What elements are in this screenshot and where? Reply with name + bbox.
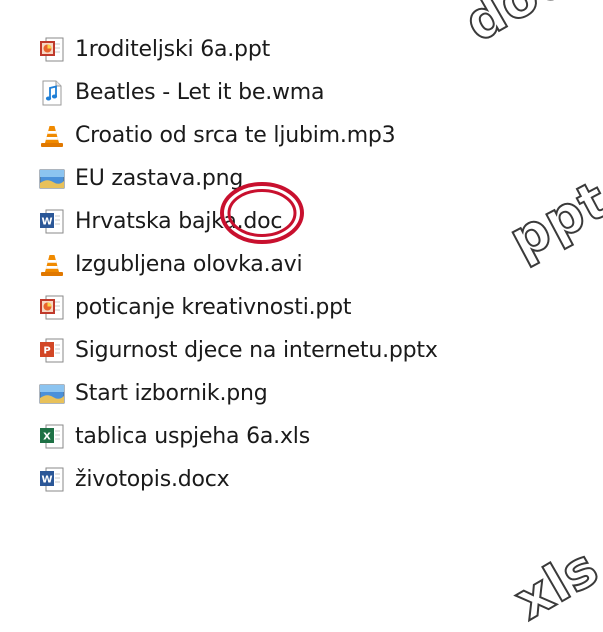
file-name: Hrvatska bajka.doc [75,209,283,234]
file-item-start-izbornik-png[interactable]: Start izbornik.png [38,372,558,415]
file-name: EU zastava.png [75,166,244,191]
file-name: Beatles - Let it be.wma [75,80,325,105]
svg-text:X: X [43,431,51,442]
file-name: životopis.docx [75,467,230,492]
image-file-icon [38,380,66,408]
file-item-beatles-wma[interactable]: Beatles - Let it be.wma [38,71,558,114]
vlc-cone-icon [38,251,66,279]
file-item-croatio-mp3[interactable]: Croatio od srca te ljubim.mp3 [38,114,558,157]
file-name: tablica uspjeha 6a.xls [75,424,310,449]
vlc-cone-icon [38,122,66,150]
file-name: poticanje kreativnosti.ppt [75,295,352,320]
watermark-xls: xls [504,536,603,632]
audio-file-icon [38,79,66,107]
word-file-icon: W [38,466,66,494]
word-file-icon: W [38,208,66,236]
excel-file-icon: X [38,423,66,451]
file-item-sigurnost-djece-pptx[interactable]: P Sigurnost djece na internetu.pptx [38,329,558,372]
powerpoint-97-icon [38,294,66,322]
svg-text:P: P [43,345,50,356]
file-item-poticanje-kreativnosti-ppt[interactable]: poticanje kreativnosti.ppt [38,286,558,329]
svg-text:W: W [41,474,52,485]
file-name: Izgubljena olovka.avi [75,252,303,277]
file-name: Croatio od srca te ljubim.mp3 [75,123,396,148]
file-item-izgubljena-olovka-avi[interactable]: Izgubljena olovka.avi [38,243,558,286]
file-name: 1roditeljski 6a.ppt [75,37,271,62]
powerpoint-97-icon [38,36,66,64]
powerpoint-file-icon: P [38,337,66,365]
file-name: Sigurnost djece na internetu.pptx [75,338,438,363]
file-item-hrvatska-bajka-doc[interactable]: W Hrvatska bajka.doc [38,200,558,243]
file-list: 1roditeljski 6a.ppt Beatles - Let it be.… [38,28,558,501]
file-name: Start izbornik.png [75,381,268,406]
file-item-zivotopis-docx[interactable]: W životopis.docx [38,458,558,501]
svg-text:W: W [41,216,52,227]
file-item-eu-zastava-png[interactable]: EU zastava.png [38,157,558,200]
file-item-tablica-uspjeha-xls[interactable]: X tablica uspjeha 6a.xls [38,415,558,458]
image-file-icon [38,165,66,193]
